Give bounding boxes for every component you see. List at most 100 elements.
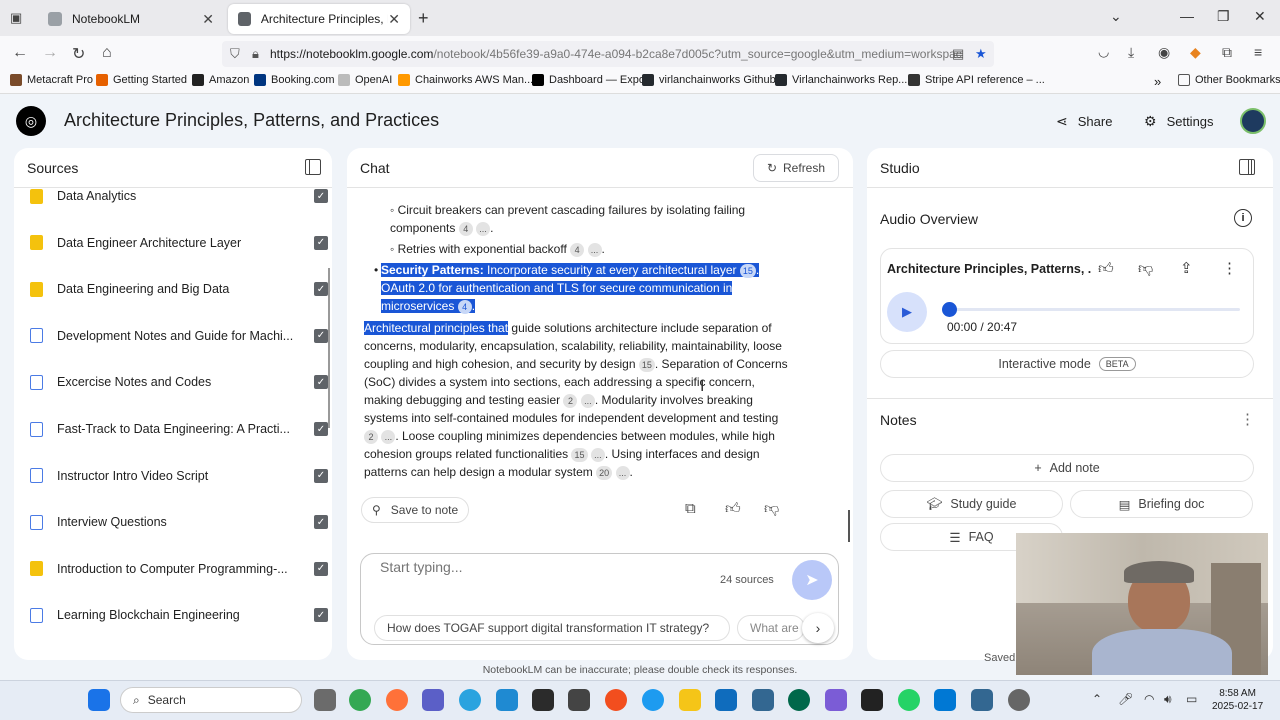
audio-progress-handle[interactable]	[942, 302, 957, 317]
citation-badge[interactable]: 2	[563, 393, 578, 408]
source-item[interactable]: Learning Blockchain Engineering ✓	[30, 605, 328, 625]
study-guide-button[interactable]: 🎓︎ Study guide	[880, 490, 1063, 518]
source-item[interactable]: Introduction to Computer Programming-...…	[30, 559, 328, 579]
shield-icon[interactable]: ⛉	[230, 46, 240, 62]
bookmark-item[interactable]: Amazon	[192, 74, 249, 86]
microphone-icon[interactable]: 🎤︎	[1118, 692, 1133, 706]
notebook-title[interactable]: Architecture Principles, Patterns, and P…	[64, 110, 439, 131]
source-checkbox[interactable]: ✓	[314, 608, 328, 623]
suggestion-chip[interactable]: How does TOGAF support digital transform…	[374, 615, 730, 641]
battery-icon[interactable]: ▭	[1186, 692, 1197, 706]
sources-scrollbar[interactable]	[328, 268, 330, 428]
tab-notebooklm[interactable]: NotebookLM ✕	[38, 4, 224, 34]
citation-more[interactable]: ...	[615, 465, 630, 480]
source-item[interactable]: Data Analytics ✓	[30, 188, 328, 206]
citation-more[interactable]: ...	[476, 221, 491, 236]
close-tab-icon[interactable]: ✕	[388, 11, 400, 28]
audio-progress-track[interactable]	[950, 308, 1240, 311]
share-icon[interactable]: ⇪	[1180, 259, 1193, 277]
metamask-icon[interactable]: ◆	[1190, 44, 1201, 61]
reload-icon[interactable]: ↻	[72, 44, 85, 64]
firefox-icon[interactable]	[386, 689, 408, 711]
add-note-button[interactable]: + Add note	[880, 454, 1254, 482]
url-bar[interactable]: https://notebooklm.google.com/notebook/4…	[222, 41, 994, 67]
windows-start-icon[interactable]	[88, 689, 110, 711]
collapse-panel-icon[interactable]	[305, 159, 321, 175]
taskbar-clock[interactable]: 8:58 AM 2025-02-17	[1212, 687, 1263, 713]
source-checkbox[interactable]: ✓	[314, 375, 328, 390]
citation-more[interactable]: ...	[590, 447, 605, 462]
pocket-icon[interactable]: ◡	[1098, 44, 1109, 60]
save-to-note-button[interactable]: ⚲ Save to note	[361, 497, 469, 523]
interactive-mode-button[interactable]: Interactive mode BETA	[880, 350, 1254, 378]
info-icon[interactable]: i	[1234, 209, 1252, 227]
play-button[interactable]: ▶	[887, 292, 927, 332]
cmd-icon[interactable]	[861, 689, 883, 711]
maximize-icon[interactable]: ❐	[1217, 8, 1230, 25]
source-checkbox[interactable]: ✓	[314, 189, 328, 203]
bookmark-item[interactable]: Metacraft Pro	[10, 74, 93, 86]
chevron-up-icon[interactable]: ⌃	[1092, 692, 1102, 706]
wifi-icon[interactable]: ◠	[1144, 692, 1154, 706]
vscode-icon[interactable]	[496, 689, 518, 711]
refresh-button[interactable]: ↻ Refresh	[753, 154, 839, 182]
tab-list-icon[interactable]: ▣	[10, 10, 22, 26]
task-view-icon[interactable]	[314, 689, 336, 711]
mongodb-icon[interactable]	[788, 689, 810, 711]
taskbar-search[interactable]: ⌕ Search	[120, 687, 302, 713]
briefing-doc-button[interactable]: ▤ Briefing doc	[1070, 490, 1253, 518]
share-button[interactable]: ⋖ Share	[1056, 108, 1112, 134]
app-icon[interactable]	[532, 689, 554, 711]
source-checkbox[interactable]: ✓	[314, 561, 328, 576]
bookmark-item[interactable]: virlanchainworks Github	[642, 74, 776, 86]
citation-badge[interactable]: 15	[571, 447, 588, 462]
minimize-icon[interactable]: —	[1180, 8, 1194, 24]
downloads-icon[interactable]: ⤓	[1128, 44, 1134, 61]
citation-badge[interactable]: 20	[596, 465, 613, 480]
collapse-panel-icon[interactable]	[1239, 159, 1255, 175]
citation-more[interactable]: ...	[587, 242, 602, 257]
source-item[interactable]: Instructor Intro Video Script ✓	[30, 466, 328, 486]
tab-architecture[interactable]: Architecture Principles, Patterns ✕	[228, 4, 410, 34]
chat-scrollbar[interactable]	[848, 510, 850, 542]
settings-button[interactable]: ⚙ Settings	[1144, 108, 1214, 134]
home-icon[interactable]: ⌂	[102, 44, 112, 62]
account-icon[interactable]: ◉	[1158, 44, 1170, 61]
thumbs-down-icon[interactable]: 👎︎	[764, 500, 779, 518]
file-explorer-icon[interactable]	[679, 689, 701, 711]
other-bookmarks[interactable]: Other Bookmarks	[1178, 74, 1280, 86]
send-button[interactable]: ➤	[792, 560, 832, 600]
more-bookmarks-icon[interactable]: »	[1154, 74, 1161, 89]
avatar[interactable]	[1240, 108, 1266, 134]
menu-icon[interactable]: ≡	[1254, 44, 1262, 60]
bookmark-star-icon[interactable]: ★	[975, 46, 987, 62]
next-suggestions-button[interactable]: ›	[802, 613, 834, 643]
more-vert-icon[interactable]: ⋮	[1222, 259, 1237, 277]
source-item[interactable]: Fast-Track to Data Engineering: A Practi…	[30, 419, 328, 439]
extensions-icon[interactable]: ⧉	[1222, 44, 1232, 61]
source-item[interactable]: Data Engineer Architecture Layer ✓	[30, 233, 328, 253]
source-checkbox[interactable]: ✓	[314, 328, 328, 343]
source-item[interactable]: Development Notes and Guide for Machi...…	[30, 326, 328, 346]
citation-badge[interactable]: 4	[458, 221, 473, 236]
bookmark-item[interactable]: Dashboard — Expo	[532, 74, 645, 86]
terminal-icon[interactable]	[568, 689, 590, 711]
citation-badge[interactable]: 2	[364, 429, 378, 444]
whatsapp-icon[interactable]	[898, 689, 920, 711]
citation-more[interactable]: ...	[580, 393, 595, 408]
copilot-icon[interactable]	[825, 689, 847, 711]
bookmark-item[interactable]: Booking.com	[254, 74, 335, 86]
close-window-icon[interactable]: ✕	[1254, 8, 1266, 25]
suggestion-chip[interactable]: What are	[737, 615, 805, 641]
reader-view-icon[interactable]: ▤	[952, 46, 964, 62]
thumbs-up-icon[interactable]: 👍︎	[725, 500, 741, 518]
bookmark-item[interactable]: Stripe API reference – ...	[908, 74, 1045, 86]
citation-badge[interactable]: 15	[638, 357, 655, 372]
copy-icon[interactable]: ⧉	[685, 500, 696, 517]
remote-desktop-icon[interactable]	[934, 689, 956, 711]
citation-badge[interactable]: 4	[570, 242, 585, 257]
source-item[interactable]: Excercise Notes and Codes ✓	[30, 372, 328, 392]
app-icon[interactable]	[1008, 689, 1030, 711]
chat-input[interactable]	[380, 559, 680, 575]
lock-icon[interactable]: 🔒︎	[252, 46, 259, 62]
